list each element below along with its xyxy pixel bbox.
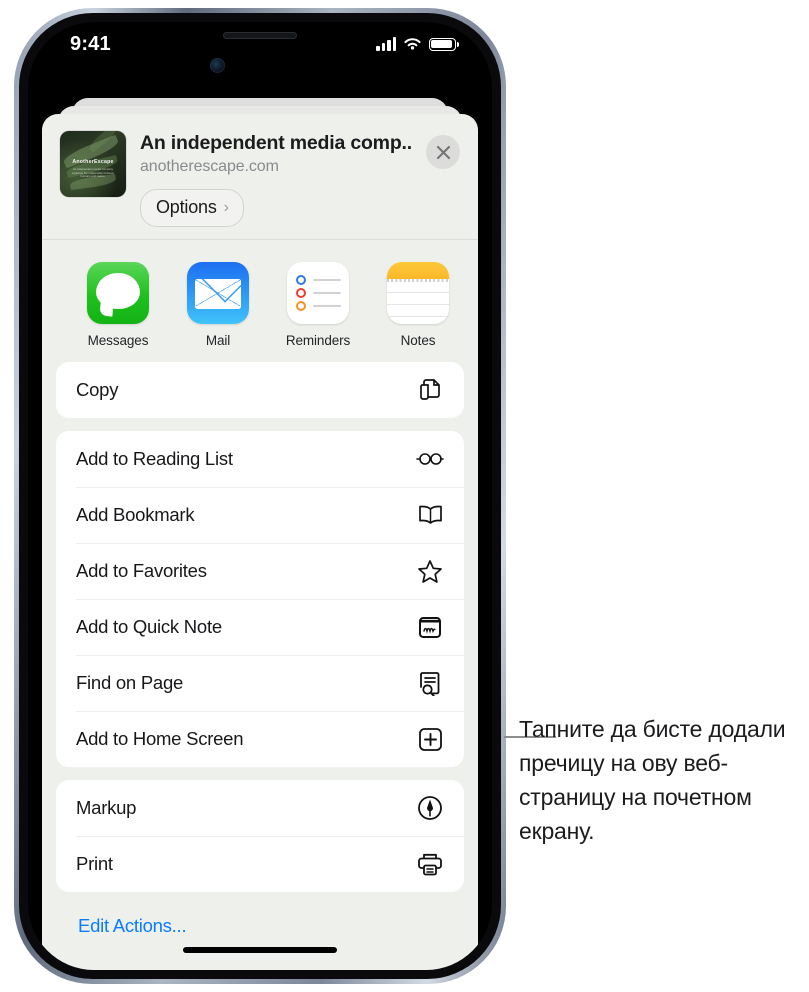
action-cards: Copy Add to Reading List Add Bookmark Ad… [42,362,478,937]
plus-square-icon [415,724,445,754]
page-thumbnail: AnotherEscape An independent media compa… [60,131,126,197]
find-on-page-icon [415,668,445,698]
page-title: An independent media comp... [140,132,412,154]
action-card: Copy [56,362,464,418]
action-row-label: Print [76,853,113,874]
share-app-messages[interactable]: Messages [68,262,168,348]
share-app-mail[interactable]: Mail [168,262,268,348]
share-app-label: Messages [87,333,149,348]
action-row-print[interactable]: Print [56,836,464,892]
phone-screen: 9:41 AnotherEscape An independent media … [28,22,492,970]
action-row-label: Copy [76,379,119,400]
action-row-markup[interactable]: Markup [56,780,464,836]
action-card: Markup Print [56,780,464,892]
quick-note-icon [415,612,445,642]
action-row-add-to-quick-note[interactable]: Add to Quick Note [56,599,464,655]
share-sheet: AnotherEscape An independent media compa… [42,114,478,970]
speaker-grille-icon [223,32,297,39]
screenshot-stage: Тапните да бисте додали пречицу на ову в… [0,0,809,992]
action-row-label: Add to Reading List [76,448,233,469]
messages-app-icon [87,262,149,324]
action-row-label: Find on Page [76,672,184,693]
iphone-frame: 9:41 AnotherEscape An independent media … [14,8,506,984]
notes-app-icon [387,262,449,324]
close-icon [436,145,450,159]
status-bar-time: 9:41 [70,32,111,55]
action-row-find-on-page[interactable]: Find on Page [56,655,464,711]
callout-text: Тапните да бисте додали пречицу на ову в… [519,716,786,844]
close-button[interactable] [426,135,460,169]
star-icon [415,556,445,586]
share-sheet-header-text: An independent media comp... anotheresca… [140,131,412,227]
options-button[interactable]: Options › [140,189,244,227]
book-icon [415,500,445,530]
action-row-add-to-home-screen[interactable]: Add to Home Screen [56,711,464,767]
glasses-icon [415,444,445,474]
share-app-notes[interactable]: Notes [368,262,468,348]
action-row-add-to-reading-list[interactable]: Add to Reading List [56,431,464,487]
thumbnail-overlay-title: AnotherEscape [72,159,114,165]
notch [162,22,358,56]
wifi-icon [404,38,421,50]
options-button-label: Options [156,197,217,217]
action-row-label: Add to Home Screen [76,728,244,749]
action-row-add-bookmark[interactable]: Add Bookmark [56,487,464,543]
share-app-books[interactable]: B [468,262,478,348]
share-app-label: Mail [205,333,231,348]
share-app-label: Notes [400,333,436,348]
share-app-label: B [468,333,478,348]
printer-icon [415,849,445,879]
action-row-label: Add Bookmark [76,504,195,525]
action-row-label: Add to Favorites [76,560,207,581]
status-bar-indicators [376,37,460,51]
chevron-right-icon: › [223,198,229,216]
action-row-label: Add to Quick Note [76,616,222,637]
battery-full-icon [429,37,460,51]
share-sheet-header: AnotherEscape An independent media compa… [42,114,478,239]
share-app-reminders[interactable]: Reminders [268,262,368,348]
phone-bezel: 9:41 AnotherEscape An independent media … [19,13,501,979]
mail-app-icon [187,262,249,324]
edit-actions-link[interactable]: Edit Actions... [56,905,464,937]
cellular-bars-icon [376,37,396,51]
share-app-label: Reminders [285,333,351,348]
action-row-label: Markup [76,797,137,818]
page-url: anotherescape.com [140,158,279,175]
reminders-app-icon [287,262,349,324]
markup-pen-icon [415,793,445,823]
action-card: Add to Reading List Add Bookmark Add to … [56,431,464,767]
action-row-add-to-favorites[interactable]: Add to Favorites [56,543,464,599]
thumbnail-overlay-subtitle: An independent media company exploring t… [71,167,115,179]
share-app-row: Messages Mail Reminders Notes [42,240,478,362]
home-indicator[interactable] [183,947,337,953]
copy-icon [415,375,445,405]
front-camera-icon [210,58,225,73]
action-row-copy[interactable]: Copy [56,362,464,418]
